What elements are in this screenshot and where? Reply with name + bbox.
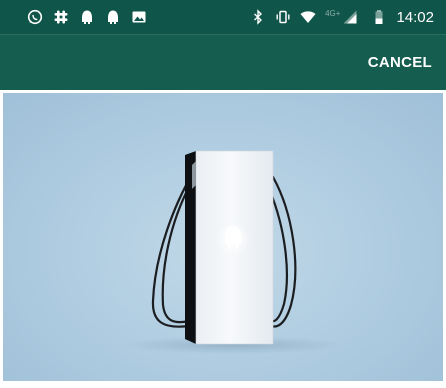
network-type-label: 4G+ — [325, 8, 341, 18]
status-time: 14:02 — [396, 8, 434, 26]
image-icon — [132, 11, 146, 23]
signal-icon — [343, 10, 357, 24]
system-icons: 4G+ 14:02 — [250, 9, 434, 26]
wifi-icon — [300, 11, 316, 23]
whatsapp-icon — [27, 9, 43, 25]
cancel-button[interactable]: CANCEL — [362, 46, 438, 79]
app-notification-icon — [82, 10, 92, 24]
notification-icons — [27, 9, 147, 25]
app-notification-icon — [108, 10, 118, 24]
bluetooth-icon — [254, 9, 263, 25]
battery-icon — [375, 10, 383, 24]
status-bar: 4G+ 14:02 — [0, 0, 446, 34]
ev-charger-illustration — [123, 150, 343, 354]
slack-icon — [54, 10, 68, 24]
app-bar: CANCEL — [0, 34, 446, 90]
hero-image — [3, 93, 443, 381]
vibrate-icon — [276, 10, 290, 24]
